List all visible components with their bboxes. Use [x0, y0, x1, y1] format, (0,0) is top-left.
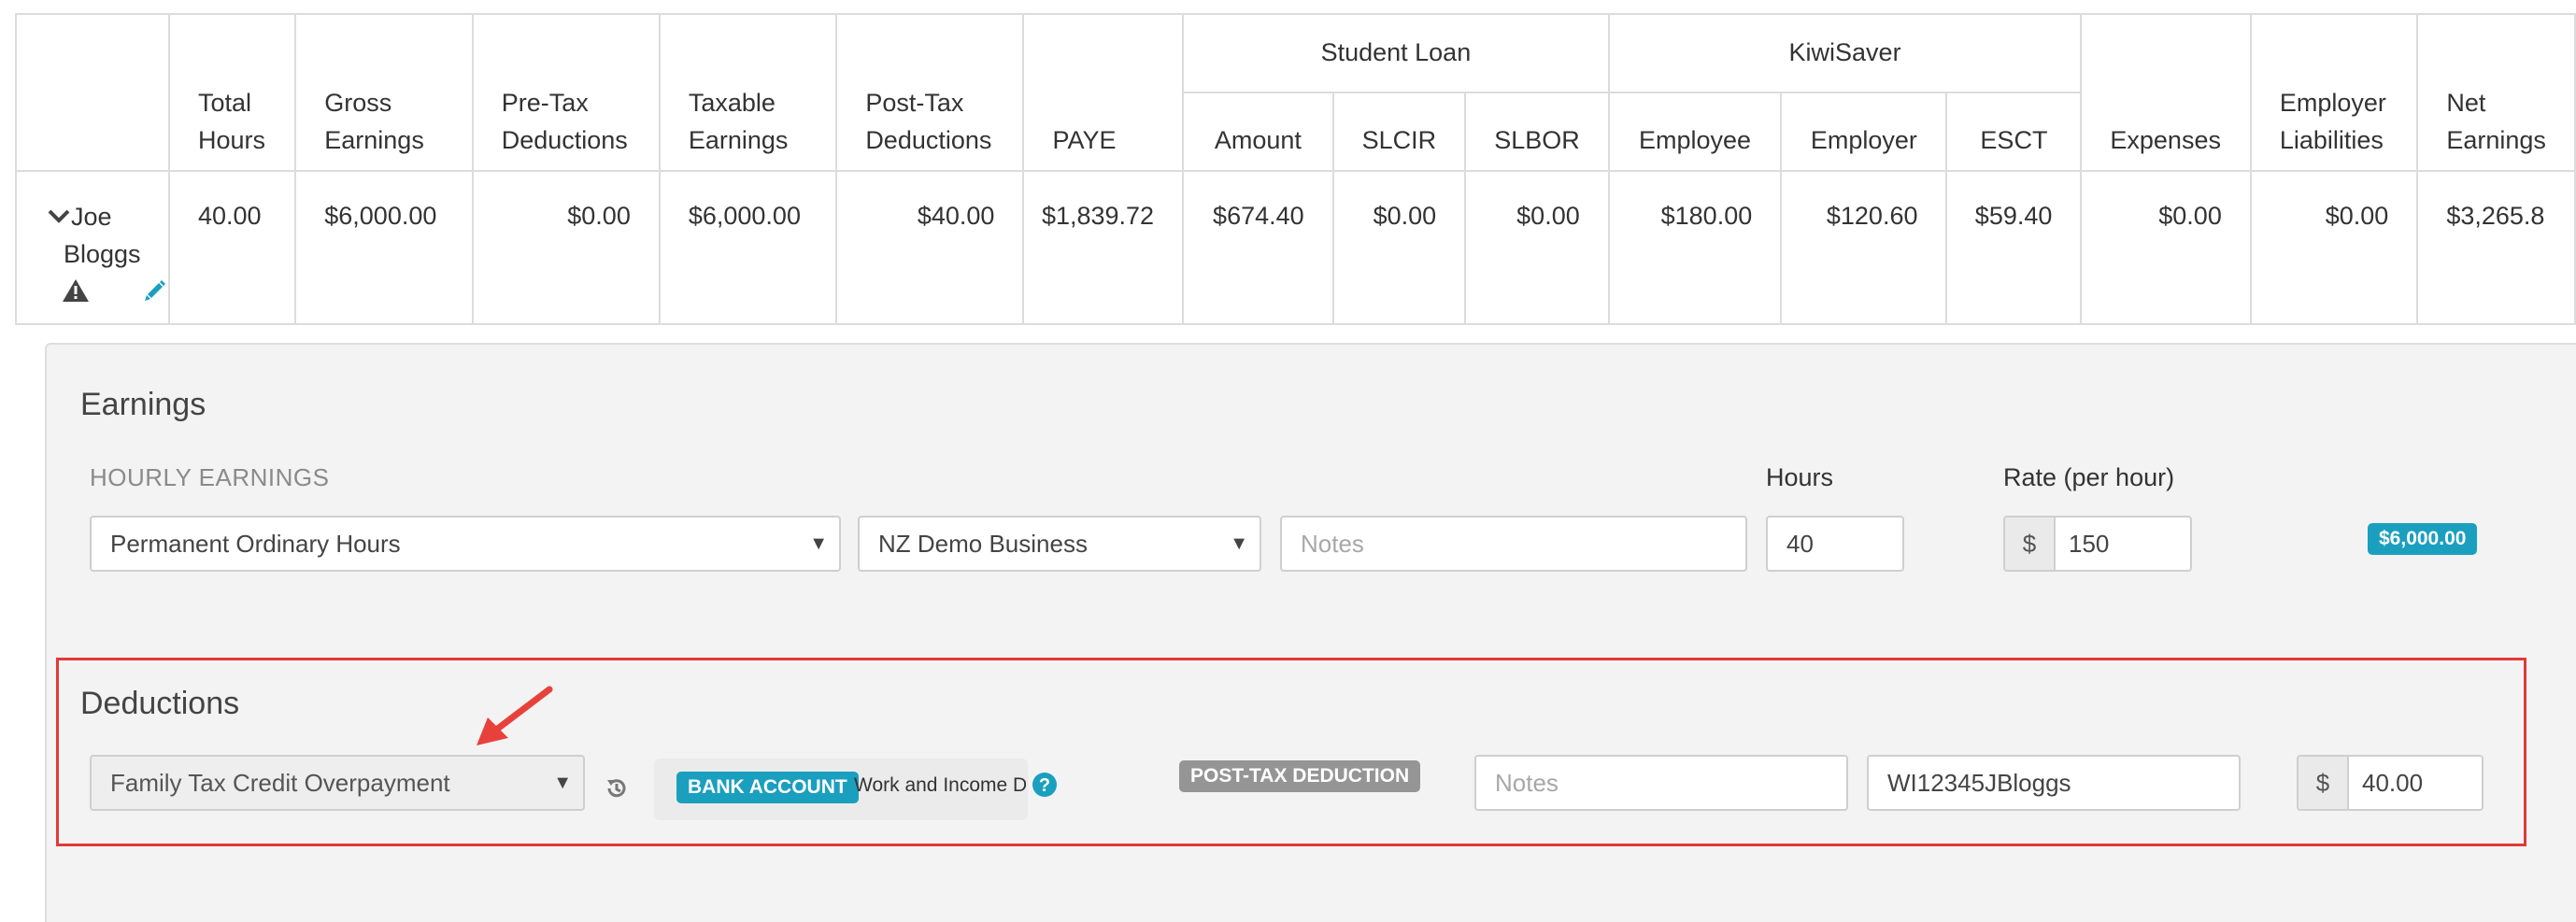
employee-first-name[interactable]: Joe [71, 203, 112, 231]
employee-cell[interactable]: Joe Bloggs [15, 170, 170, 325]
cell-taxable-earnings: $6,000.00 [658, 170, 838, 325]
rate-input-group: $ 150 [2003, 516, 2192, 572]
deductions-title: Deductions [80, 686, 240, 721]
cell-gross-earnings: $6,000.00 [294, 170, 474, 325]
header-sl-amount: Amount [1182, 92, 1334, 172]
caret-down-icon: ▼ [1230, 533, 1248, 554]
header-ks-employer: Employer [1780, 92, 1948, 172]
pay-category-select[interactable]: Permanent Ordinary Hours ▼ [90, 516, 841, 572]
header-taxable-earnings: Taxable Earnings [658, 13, 838, 172]
header-employer-liabilities: Employer Liabilities [2249, 13, 2419, 172]
pay-run-table: Total Hours Gross Earnings Pre-Tax Deductio… [15, 13, 2576, 325]
currency-prefix: $ [2298, 757, 2349, 809]
cell-posttax-deductions: $40.00 [835, 170, 1025, 325]
cell-employer-liabilities: $0.00 [2249, 170, 2419, 325]
hours-input[interactable]: 40 [1766, 516, 1904, 572]
cell-slbor: $0.00 [1464, 170, 1610, 325]
header-ks-employee: Employee [1607, 92, 1783, 172]
deduction-amount-group: $ 40.00 [2297, 755, 2483, 811]
header-slcir: SLCIR [1331, 92, 1467, 172]
deduction-reference-input[interactable]: WI12345JBloggs [1867, 755, 2241, 811]
deduction-notes-input[interactable]: Notes [1474, 755, 1848, 811]
header-kiwisaver: KiwiSaver [1607, 13, 2083, 93]
hours-label: Hours [1766, 463, 1834, 491]
header-total-hours: Total Hours [167, 13, 297, 172]
header-employee [15, 13, 170, 172]
earnings-total-badge: $6,000.00 [2368, 523, 2478, 555]
currency-prefix: $ [2005, 518, 2056, 570]
cell-sl-amount: $674.40 [1182, 170, 1334, 325]
chevron-down-icon[interactable] [47, 198, 71, 235]
header-slbor: SLBOR [1464, 92, 1610, 172]
rate-input[interactable]: 150 [2056, 518, 2109, 570]
deduction-category-select[interactable]: Family Tax Credit Overpayment ▼ [90, 755, 585, 811]
caret-down-icon: ▼ [553, 773, 572, 793]
cell-net-earnings: $3,265.8 [2416, 170, 2576, 325]
header-posttax-deductions: Post-Tax Deductions [835, 13, 1025, 172]
cell-expenses: $0.00 [2080, 170, 2252, 325]
pencil-icon[interactable] [142, 277, 168, 314]
post-tax-deduction-badge: POST-TAX DEDUCTION [1179, 760, 1421, 792]
header-net-earnings: Net Earnings [2416, 13, 2576, 172]
deductions-highlight-box [56, 658, 2526, 846]
history-icon[interactable] [604, 775, 630, 806]
hourly-earnings-label: HOURLY EARNINGS [90, 463, 330, 491]
warning-icon[interactable] [62, 277, 90, 314]
location-select[interactable]: NZ Demo Business ▼ [858, 516, 1261, 572]
location-value: NZ Demo Business [878, 530, 1088, 558]
header-expenses: Expenses [2080, 13, 2252, 172]
caret-down-icon: ▼ [809, 533, 828, 554]
header-pretax-deductions: Pre-Tax Deductions [471, 13, 661, 172]
header-paye: PAYE [1022, 13, 1185, 172]
help-icon[interactable]: ? [1032, 772, 1058, 802]
cell-ks-employer: $120.60 [1780, 170, 1948, 325]
bank-account-text: Work and Income D [854, 774, 1026, 796]
header-esct: ESCT [1945, 92, 2083, 172]
cell-total-hours: 40.00 [167, 170, 297, 325]
cell-pretax-deductions: $0.00 [471, 170, 661, 325]
deduction-amount-input[interactable]: 40.00 [2349, 757, 2423, 809]
rate-label: Rate (per hour) [2003, 463, 2175, 491]
bank-account-badge: BANK ACCOUNT [676, 772, 859, 803]
cell-paye: $1,839.72 [1022, 170, 1185, 325]
arrow-icon [467, 682, 561, 754]
header-student-loan: Student Loan [1182, 13, 1610, 93]
deduction-category-value: Family Tax Credit Overpayment [110, 769, 450, 797]
svg-text:?: ? [1039, 775, 1050, 796]
pay-category-value: Permanent Ordinary Hours [110, 530, 401, 558]
earnings-notes-input[interactable]: Notes [1280, 516, 1747, 572]
cell-ks-employee: $180.00 [1607, 170, 1783, 325]
header-gross-earnings: Gross Earnings [294, 13, 474, 172]
earnings-title: Earnings [80, 387, 206, 422]
cell-esct: $59.40 [1945, 170, 2083, 325]
employee-last-name[interactable]: Bloggs [43, 235, 168, 273]
table-row: Joe Bloggs 40.00 $6,000.00 $0.00 $6,000.… [15, 170, 2576, 325]
cell-slcir: $0.00 [1331, 170, 1467, 325]
